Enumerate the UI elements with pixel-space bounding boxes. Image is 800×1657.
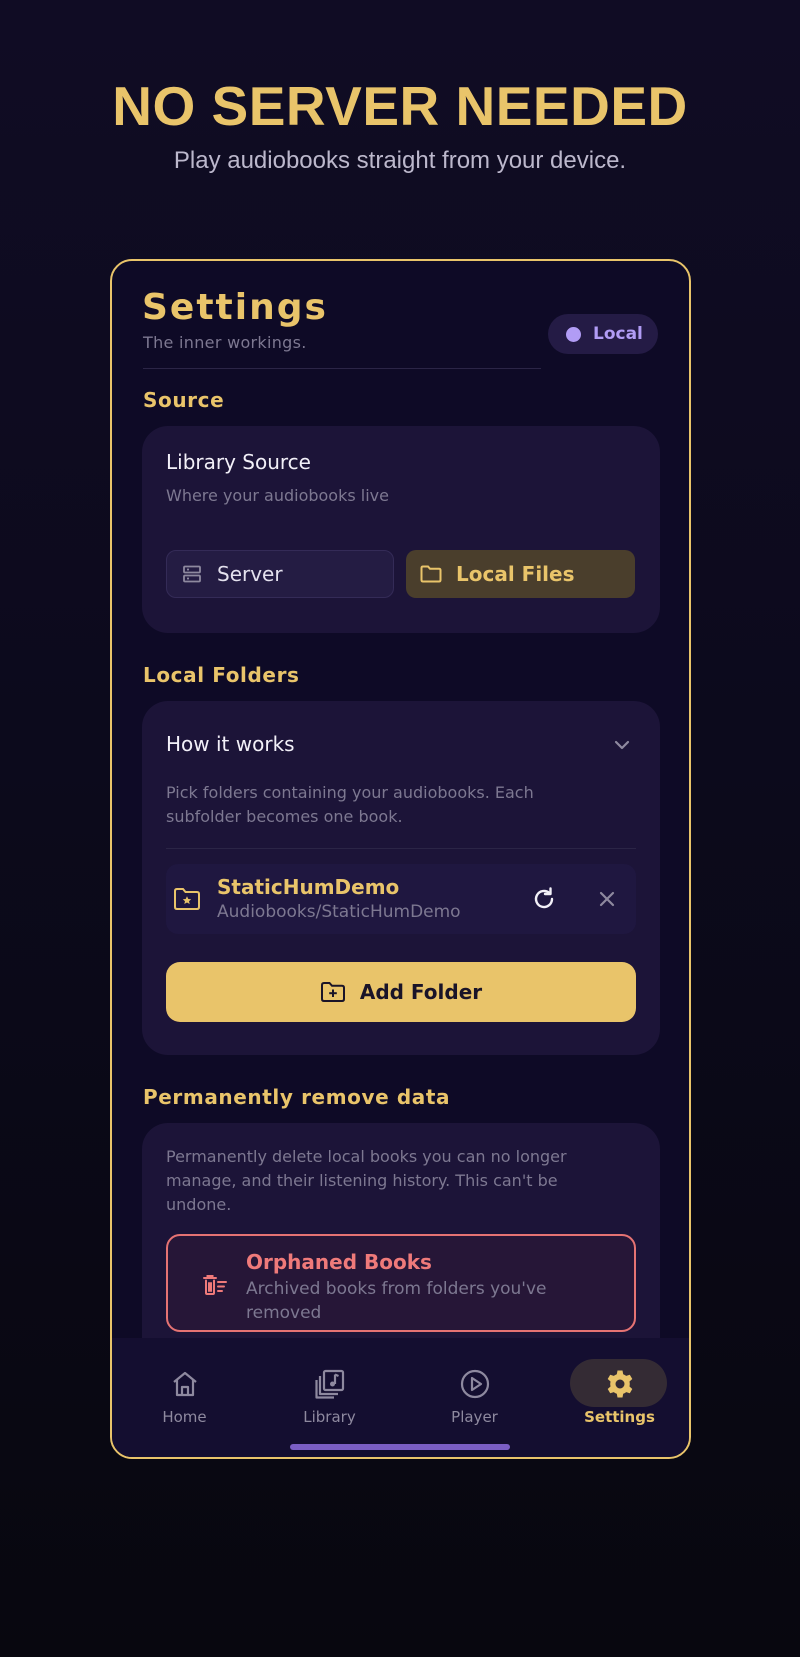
orphaned-books-title: Orphaned Books (246, 1250, 432, 1274)
local-files-option-button[interactable]: Local Files (406, 550, 635, 598)
how-it-works-description: Pick folders containing your audiobooks.… (166, 783, 534, 826)
server-option-button[interactable]: Server (166, 550, 394, 598)
library-source-title: Library Source (166, 450, 311, 474)
phone-frame: Settings The inner workings. Local Sourc… (110, 259, 691, 1459)
section-label-local-folders: Local Folders (143, 663, 300, 687)
page-title: Settings (142, 287, 328, 328)
bottom-navigation: Home Library Player Settings (112, 1338, 689, 1457)
how-it-works-toggle[interactable]: How it works (166, 732, 295, 756)
badge-label: Local (593, 324, 643, 344)
folder-list-item: StaticHumDemo Audiobooks/StaticHumDemo (166, 864, 636, 934)
settings-screen: Settings The inner workings. Local Sourc… (112, 261, 689, 1457)
delete-list-icon (202, 1274, 228, 1296)
nav-item-library[interactable]: Library (257, 1338, 402, 1457)
remove-data-description: Permanently delete local books you can n… (166, 1147, 567, 1214)
local-files-option-label: Local Files (456, 562, 575, 586)
orphaned-books-subtitle: Archived books from folders you've remov… (246, 1279, 547, 1323)
library-source-card: Library Source Where your audiobooks liv… (142, 426, 660, 633)
folder-plus-icon (320, 981, 346, 1003)
hero-title: NO SERVER NEEDED (112, 75, 688, 137)
source-status-badge: Local (548, 314, 658, 354)
local-folders-card: How it works Pick folders containing you… (142, 701, 660, 1055)
folder-name: StaticHumDemo (217, 875, 400, 899)
hero-subtitle: Play audiobooks straight from your devic… (173, 147, 627, 174)
nav-item-home[interactable]: Home (112, 1338, 257, 1457)
header-divider (143, 368, 541, 369)
folders-divider (166, 848, 636, 849)
nav-label-home: Home (162, 1408, 207, 1426)
folder-star-icon (173, 887, 201, 911)
close-icon[interactable] (596, 888, 618, 910)
page-subtitle: The inner workings. (143, 333, 307, 352)
library-source-subtitle: Where your audiobooks live (166, 486, 389, 505)
nav-item-settings[interactable]: Settings (547, 1338, 689, 1457)
nav-item-player[interactable]: Player (402, 1338, 547, 1457)
nav-label-player: Player (451, 1408, 498, 1426)
chevron-down-icon[interactable] (612, 735, 632, 755)
gear-icon (604, 1368, 636, 1400)
status-dot-icon (566, 326, 581, 342)
add-folder-label: Add Folder (359, 980, 483, 1004)
nav-label-settings: Settings (584, 1408, 655, 1426)
nav-label-library: Library (303, 1408, 356, 1426)
home-indicator-bar[interactable] (290, 1444, 510, 1450)
library-icon (314, 1368, 346, 1400)
add-folder-button[interactable]: Add Folder (166, 962, 636, 1022)
folder-path: Audiobooks/StaticHumDemo (217, 902, 461, 922)
section-label-source: Source (143, 388, 225, 412)
refresh-icon[interactable] (531, 886, 557, 912)
server-option-label: Server (217, 562, 283, 586)
section-label-remove-data: Permanently remove data (143, 1085, 451, 1109)
orphaned-books-button[interactable]: Orphaned Books Archived books from folde… (166, 1234, 636, 1332)
folder-icon (420, 563, 442, 585)
play-icon (459, 1368, 491, 1400)
server-icon (181, 563, 203, 585)
home-icon (169, 1368, 201, 1400)
